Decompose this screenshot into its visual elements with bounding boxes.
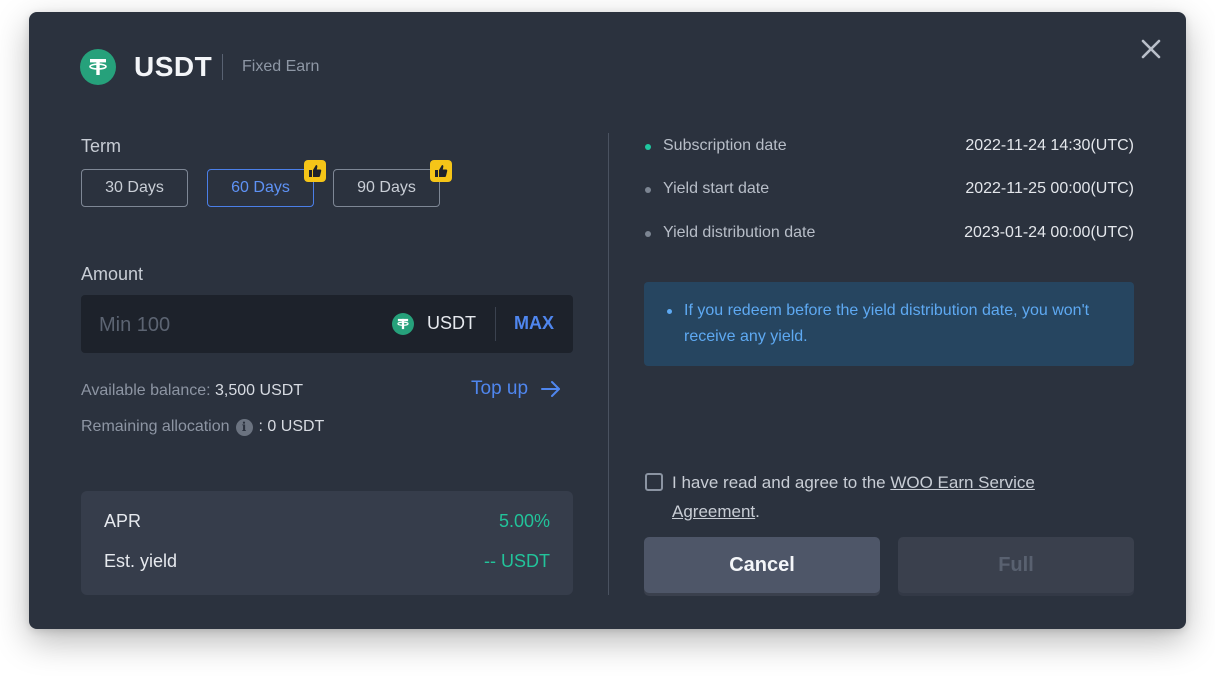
timeline-dot: [645, 187, 651, 193]
term-option-30-days[interactable]: 30 Days: [81, 169, 188, 207]
full-button-label: Full: [998, 553, 1034, 576]
agreement-prefix: I have read and agree to the: [672, 473, 891, 492]
notice-text: If you redeem before the yield distribut…: [684, 302, 1090, 345]
redeem-notice: If you redeem before the yield distribut…: [644, 282, 1134, 366]
remaining-allocation-value: : 0 USDT: [258, 418, 325, 435]
yield-start-date-value: 2022-11-25 00:00(UTC): [965, 180, 1134, 197]
yield-distribution-date-value: 2023-01-24 00:00(UTC): [964, 224, 1134, 241]
subscription-date-value: 2022-11-24 14:30(UTC): [965, 137, 1134, 154]
term-option-label: 60 Days: [231, 179, 290, 196]
top-up-label: Top up: [471, 378, 529, 399]
close-icon: [1141, 39, 1161, 59]
thumbs-up-icon: [304, 160, 326, 182]
available-balance-label: Available balance:: [81, 382, 211, 399]
coin-title: USDT: [134, 51, 213, 82]
column-divider: [608, 133, 609, 595]
timeline-dot: [645, 231, 651, 237]
est-yield-label: Est. yield: [104, 551, 178, 571]
available-balance-value: 3,500 USDT: [215, 382, 304, 399]
full-button[interactable]: Full: [898, 537, 1134, 593]
close-button[interactable]: [1137, 35, 1165, 63]
agreement-text: I have read and agree to the WOO Earn Se…: [672, 468, 1112, 526]
term-option-label: 90 Days: [357, 179, 416, 196]
term-label: Term: [81, 136, 121, 156]
arrow-right-icon: [541, 381, 561, 397]
info-icon[interactable]: i: [235, 418, 253, 436]
term-option-label: 30 Days: [105, 179, 164, 196]
remaining-allocation: Remaining allocation i : 0 USDT: [81, 418, 324, 436]
subscription-date-label: Subscription date: [663, 137, 787, 154]
term-option-60-days[interactable]: 60 Days: [207, 169, 314, 207]
max-button[interactable]: MAX: [514, 313, 554, 334]
apr-label: APR: [104, 511, 142, 531]
top-up-link[interactable]: Top up: [471, 378, 562, 400]
agreement-suffix: .: [755, 502, 760, 521]
amount-input[interactable]: [97, 295, 361, 355]
amount-currency: USDT: [427, 313, 476, 333]
amount-divider: [495, 307, 496, 341]
apr-value: 5.00%: [498, 511, 550, 531]
subscribe-modal: USDT Fixed Earn Term 30 Days 60 Days 90 …: [29, 12, 1186, 629]
tether-icon: [80, 49, 116, 85]
term-option-90-days[interactable]: 90 Days: [333, 169, 440, 207]
yield-distribution-date-label: Yield distribution date: [663, 224, 816, 241]
amount-label: Amount: [81, 264, 144, 284]
amount-field: USDT MAX: [81, 295, 573, 355]
thumbs-up-icon: [430, 160, 452, 182]
notice-bullet: [667, 309, 672, 314]
yield-start-date-label: Yield start date: [663, 180, 770, 197]
yield-summary-card: APR 5.00% Est. yield -- USDT: [81, 491, 573, 595]
cancel-button[interactable]: Cancel: [644, 537, 880, 593]
agreement-checkbox[interactable]: [645, 473, 663, 491]
est-yield-value: -- USDT: [484, 551, 550, 571]
remaining-allocation-label: Remaining allocation: [81, 418, 230, 435]
title-divider: [222, 54, 223, 80]
timeline-dot: [645, 144, 651, 150]
tether-icon: [392, 313, 414, 335]
available-balance: Available balance: 3,500 USDT: [81, 382, 303, 400]
cancel-button-label: Cancel: [729, 553, 795, 576]
product-type-label: Fixed Earn: [242, 58, 320, 75]
